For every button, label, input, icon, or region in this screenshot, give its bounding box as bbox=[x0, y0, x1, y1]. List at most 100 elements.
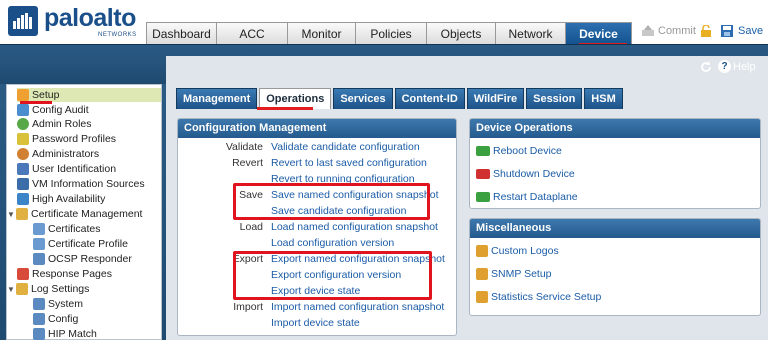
sidebar-item-label: Response Pages bbox=[32, 268, 112, 280]
sidebar-item-setup[interactable]: Setup bbox=[17, 88, 161, 102]
config-management-title: Configuration Management bbox=[178, 119, 456, 138]
help-bar: ? Help bbox=[700, 60, 756, 73]
sidebar-tree: Setup Config Audit Admin Roles Password … bbox=[6, 84, 162, 340]
subtab-session[interactable]: Session bbox=[526, 88, 583, 109]
sidebar-item-label: System bbox=[48, 298, 84, 310]
log-folder-icon bbox=[16, 283, 28, 295]
brand-name: paloalto bbox=[44, 4, 136, 32]
reboot-icon bbox=[476, 146, 490, 156]
sidebar-item-label: Certificate Management bbox=[31, 208, 143, 220]
sidebar-item-config-audit[interactable]: Config Audit bbox=[17, 103, 89, 117]
sidebar-item-admin-roles[interactable]: Admin Roles bbox=[17, 117, 92, 131]
roles-icon bbox=[17, 118, 29, 130]
revert-last-saved-link[interactable]: Revert to last saved configuration bbox=[271, 157, 427, 169]
sidebar-item-config[interactable]: Config bbox=[33, 312, 78, 326]
sub-tabs: Management Operations Services Content-I… bbox=[176, 88, 625, 109]
tab-policies[interactable]: Policies bbox=[355, 22, 427, 44]
sidebar-item-user-identification[interactable]: User Identification bbox=[17, 162, 116, 176]
refresh-icon[interactable] bbox=[700, 60, 712, 73]
config-row: Import Import named configuration snapsh… bbox=[177, 300, 457, 314]
reboot-device-label: Reboot Device bbox=[493, 145, 562, 157]
tab-acc[interactable]: ACC bbox=[216, 22, 288, 44]
setup-icon bbox=[17, 89, 29, 101]
subtab-content-id[interactable]: Content-ID bbox=[394, 88, 465, 109]
lock-icon[interactable] bbox=[700, 24, 712, 37]
log-icon bbox=[33, 313, 45, 325]
config-row: Revert Revert to last saved configuratio… bbox=[177, 156, 457, 170]
sidebar-item-response-pages[interactable]: Response Pages bbox=[17, 267, 112, 281]
sidebar-item-certificate-profile[interactable]: Certificate Profile bbox=[33, 237, 128, 251]
tab-objects[interactable]: Objects bbox=[426, 22, 496, 44]
import-named-snapshot-link[interactable]: Import named configuration snapshot bbox=[271, 301, 444, 313]
sidebar-item-vm-information-sources[interactable]: VM Information Sources bbox=[17, 177, 145, 191]
row-label: Revert bbox=[232, 157, 263, 169]
sidebar: Setup Config Audit Admin Roles Password … bbox=[0, 84, 166, 340]
sidebar-item-system[interactable]: System bbox=[33, 297, 83, 311]
shutdown-device-link[interactable]: Shutdown Device bbox=[476, 168, 575, 180]
sidebar-item-hip-match[interactable]: HIP Match bbox=[33, 327, 97, 340]
sidebar-item-label: High Availability bbox=[32, 193, 106, 205]
expand-arrow-icon[interactable]: ▼ bbox=[7, 285, 16, 294]
validate-candidate-link[interactable]: Validate candidate configuration bbox=[271, 141, 420, 153]
custom-logos-icon bbox=[476, 245, 488, 257]
save-button[interactable]: Save bbox=[721, 25, 763, 37]
subtab-hsm[interactable]: HSM bbox=[584, 88, 623, 109]
help-label[interactable]: Help bbox=[733, 61, 756, 73]
sidebar-item-password-profiles[interactable]: Password Profiles bbox=[17, 132, 116, 146]
sidebar-item-label: Config Audit bbox=[32, 104, 89, 116]
sidebar-item-label: Administrators bbox=[32, 148, 100, 160]
top-bar: paloalto NETWORKS Dashboard ACC Monitor … bbox=[0, 0, 768, 48]
sidebar-item-label: Config bbox=[48, 313, 79, 325]
restart-dataplane-label: Restart Dataplane bbox=[493, 191, 578, 203]
top-tabs: Dashboard ACC Monitor Policies Objects N… bbox=[146, 22, 632, 44]
logo-mark-icon bbox=[8, 6, 38, 36]
shutdown-icon bbox=[476, 169, 490, 179]
subtab-management[interactable]: Management bbox=[176, 88, 258, 109]
tab-device[interactable]: Device bbox=[565, 22, 632, 44]
import-device-state-link[interactable]: Import device state bbox=[271, 317, 360, 329]
statistics-service-link[interactable]: Statistics Service Setup bbox=[476, 291, 601, 303]
reboot-device-link[interactable]: Reboot Device bbox=[476, 145, 562, 157]
commit-button[interactable]: Commit bbox=[641, 24, 712, 37]
custom-logos-link[interactable]: Custom Logos bbox=[476, 245, 559, 257]
sidebar-item-label: HIP Match bbox=[48, 328, 97, 340]
sidebar-item-certificate-management[interactable]: ▼ Certificate Management bbox=[7, 207, 142, 221]
brand-sub: NETWORKS bbox=[98, 32, 137, 38]
tab-network[interactable]: Network bbox=[495, 22, 566, 44]
sidebar-item-administrators[interactable]: Administrators bbox=[17, 147, 99, 161]
userid-icon bbox=[17, 163, 29, 175]
expand-arrow-icon[interactable]: ▼ bbox=[7, 210, 16, 219]
cert-icon bbox=[33, 223, 45, 235]
tab-monitor[interactable]: Monitor bbox=[287, 22, 356, 44]
subtab-operations[interactable]: Operations bbox=[259, 88, 332, 109]
statistics-service-label: Statistics Service Setup bbox=[491, 291, 602, 303]
sidebar-item-certificates[interactable]: Certificates bbox=[33, 222, 101, 236]
sidebar-item-label: Certificates bbox=[48, 223, 101, 235]
audit-icon bbox=[17, 104, 29, 116]
snmp-icon bbox=[476, 268, 488, 280]
subtab-services[interactable]: Services bbox=[333, 88, 393, 109]
cert-profile-icon bbox=[33, 238, 45, 250]
sidebar-item-log-settings[interactable]: ▼ Log Settings bbox=[7, 282, 89, 296]
paloalto-logo: paloalto NETWORKS bbox=[6, 4, 140, 38]
subtab-wildfire[interactable]: WildFire bbox=[466, 88, 525, 109]
load-named-snapshot-link[interactable]: Load named configuration snapshot bbox=[271, 221, 438, 233]
restart-icon bbox=[476, 192, 490, 202]
log-icon bbox=[33, 328, 45, 340]
help-icon[interactable]: ? bbox=[718, 60, 731, 73]
sidebar-item-label: User Identification bbox=[32, 163, 117, 175]
config-row: Load Load named configuration snapshot bbox=[177, 220, 457, 234]
log-icon bbox=[33, 298, 45, 310]
commit-label: Commit bbox=[658, 25, 696, 37]
sidebar-item-ocsp-responder[interactable]: OCSP Responder bbox=[33, 252, 132, 266]
admin-icon bbox=[17, 148, 29, 160]
restart-dataplane-link[interactable]: Restart Dataplane bbox=[476, 191, 578, 203]
sidebar-item-high-availability[interactable]: High Availability bbox=[17, 192, 105, 206]
tab-dashboard[interactable]: Dashboard bbox=[146, 22, 217, 44]
ha-icon bbox=[17, 193, 29, 205]
operations-underline bbox=[257, 107, 313, 110]
row-label: Import bbox=[233, 301, 263, 313]
save-highlight-box bbox=[233, 183, 430, 220]
load-config-version-link[interactable]: Load configuration version bbox=[271, 237, 394, 249]
snmp-setup-link[interactable]: SNMP Setup bbox=[476, 268, 552, 280]
